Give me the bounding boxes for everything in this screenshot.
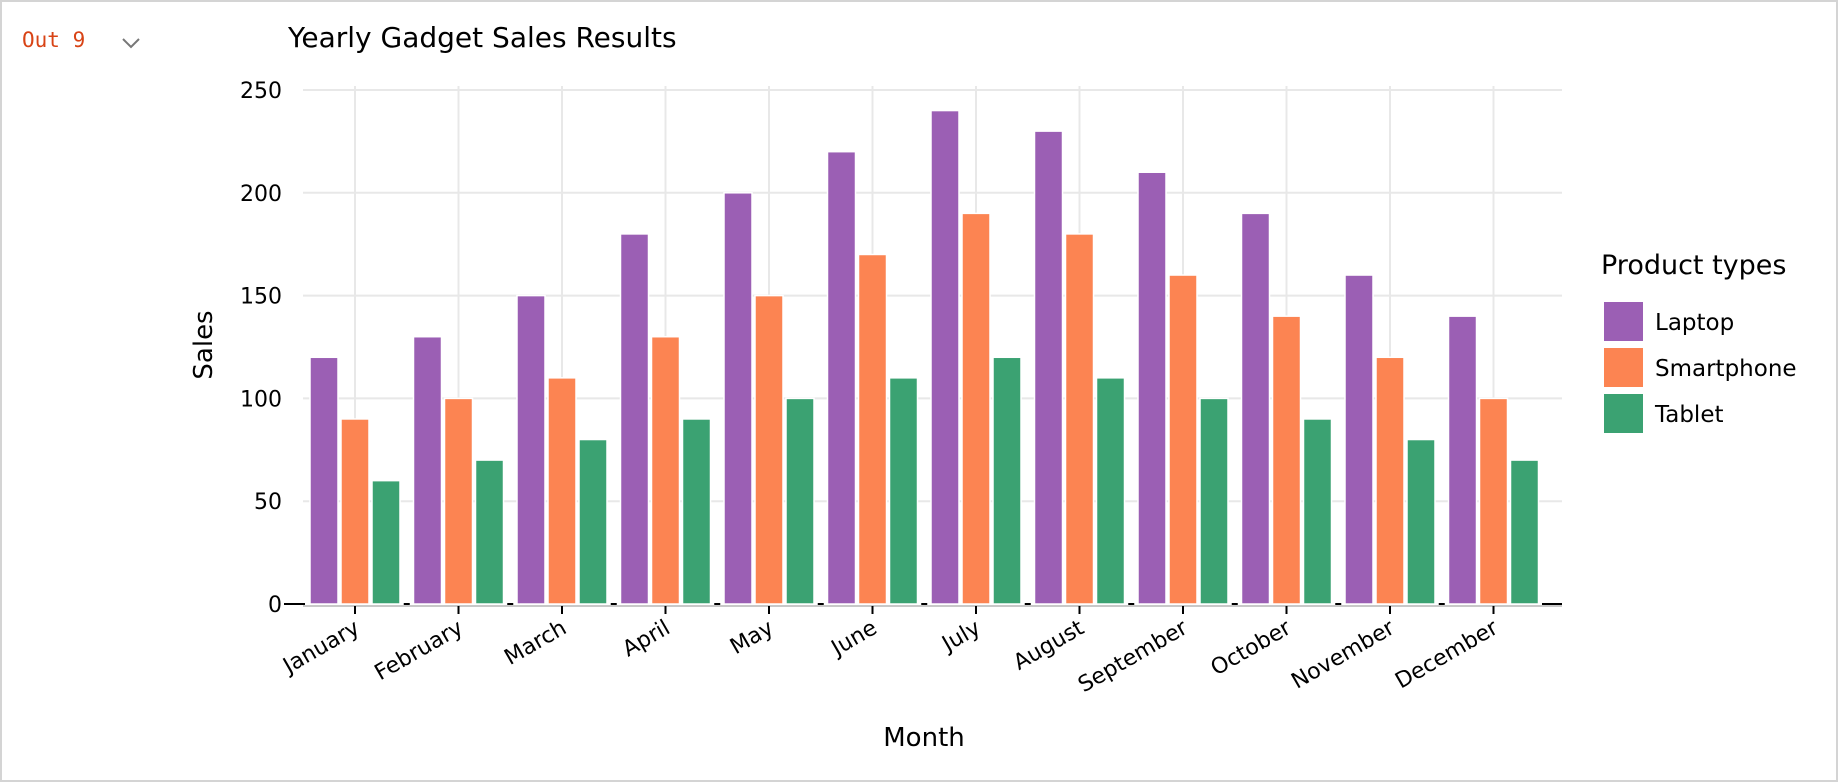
y-tick-label: 0 bbox=[268, 593, 282, 618]
bar-smartphone-may[interactable] bbox=[754, 294, 784, 605]
bar-laptop-august[interactable] bbox=[1033, 130, 1064, 605]
legend-swatch-smartphone[interactable] bbox=[1604, 348, 1643, 387]
x-tick-label: September bbox=[1074, 615, 1193, 698]
bar-tablet-july[interactable] bbox=[992, 356, 1022, 605]
bar-chart: 0 50 100 150 200 250 January February March April… bbox=[189, 21, 1797, 753]
bar-tablet-february[interactable] bbox=[474, 459, 505, 605]
bar-laptop-april[interactable] bbox=[619, 233, 650, 605]
x-tick-label: July bbox=[936, 616, 985, 658]
bar-laptop-february[interactable] bbox=[412, 335, 443, 605]
legend-label-smartphone[interactable]: Smartphone bbox=[1655, 356, 1797, 382]
bar-smartphone-june[interactable] bbox=[857, 253, 888, 605]
legend-swatch-tablet[interactable] bbox=[1604, 394, 1643, 433]
x-tick-label: August bbox=[1009, 615, 1088, 675]
y-tick-label: 200 bbox=[240, 182, 282, 207]
legend: Product types Laptop Smartphone Tablet bbox=[1601, 250, 1797, 433]
x-tick-label: November bbox=[1287, 615, 1399, 694]
x-tick-label: January bbox=[278, 616, 364, 680]
bar-tablet-november[interactable] bbox=[1406, 438, 1436, 605]
bar-laptop-january[interactable] bbox=[309, 356, 339, 605]
legend-title: Product types bbox=[1601, 250, 1786, 281]
x-tick-label: April bbox=[618, 616, 674, 663]
bar-tablet-december[interactable] bbox=[1509, 459, 1540, 605]
bar-smartphone-february[interactable] bbox=[443, 397, 474, 605]
y-axis-title: Sales bbox=[189, 310, 219, 379]
bar-tablet-april[interactable] bbox=[681, 418, 712, 605]
x-tick-label: June bbox=[826, 616, 882, 663]
bars bbox=[309, 109, 1540, 605]
x-tick-label: October bbox=[1207, 615, 1297, 681]
x-tick-label: March bbox=[500, 616, 571, 671]
x-tick-label: May bbox=[726, 616, 778, 660]
bar-smartphone-april[interactable] bbox=[650, 335, 681, 605]
chart-title: Yearly Gadget Sales Results bbox=[287, 21, 677, 54]
bar-tablet-august[interactable] bbox=[1095, 377, 1126, 605]
bar-smartphone-july[interactable] bbox=[961, 212, 991, 605]
bar-smartphone-november[interactable] bbox=[1375, 356, 1405, 605]
bar-laptop-november[interactable] bbox=[1344, 274, 1374, 605]
bar-smartphone-january[interactable] bbox=[340, 418, 370, 605]
y-tick-label: 50 bbox=[254, 490, 282, 515]
y-tick-label: 100 bbox=[240, 387, 282, 412]
bar-tablet-june[interactable] bbox=[888, 377, 919, 605]
legend-swatch-laptop[interactable] bbox=[1604, 302, 1643, 341]
bar-laptop-october[interactable] bbox=[1240, 212, 1271, 605]
bar-smartphone-december[interactable] bbox=[1478, 397, 1509, 605]
bar-laptop-september[interactable] bbox=[1137, 171, 1167, 605]
bar-smartphone-august[interactable] bbox=[1064, 233, 1095, 605]
bar-tablet-january[interactable] bbox=[371, 479, 401, 605]
bar-tablet-march[interactable] bbox=[578, 438, 608, 605]
y-tick-label: 150 bbox=[240, 285, 282, 310]
bar-laptop-december[interactable] bbox=[1447, 315, 1478, 605]
bar-laptop-may[interactable] bbox=[723, 192, 753, 605]
bar-tablet-october[interactable] bbox=[1302, 418, 1333, 605]
legend-label-tablet[interactable]: Tablet bbox=[1654, 402, 1724, 428]
bar-laptop-march[interactable] bbox=[516, 294, 546, 605]
bar-smartphone-march[interactable] bbox=[547, 377, 577, 605]
x-axis-title: Month bbox=[883, 723, 965, 753]
bar-smartphone-october[interactable] bbox=[1271, 315, 1302, 605]
bar-tablet-september[interactable] bbox=[1199, 397, 1229, 605]
bar-smartphone-september[interactable] bbox=[1168, 274, 1198, 605]
x-tick-label: December bbox=[1391, 615, 1503, 694]
bar-laptop-june[interactable] bbox=[826, 150, 857, 605]
legend-label-laptop[interactable]: Laptop bbox=[1655, 310, 1734, 336]
bar-tablet-may[interactable] bbox=[785, 397, 815, 605]
y-tick-label: 250 bbox=[240, 79, 282, 104]
x-tick-label: February bbox=[371, 616, 468, 686]
bar-laptop-july[interactable] bbox=[930, 109, 960, 605]
